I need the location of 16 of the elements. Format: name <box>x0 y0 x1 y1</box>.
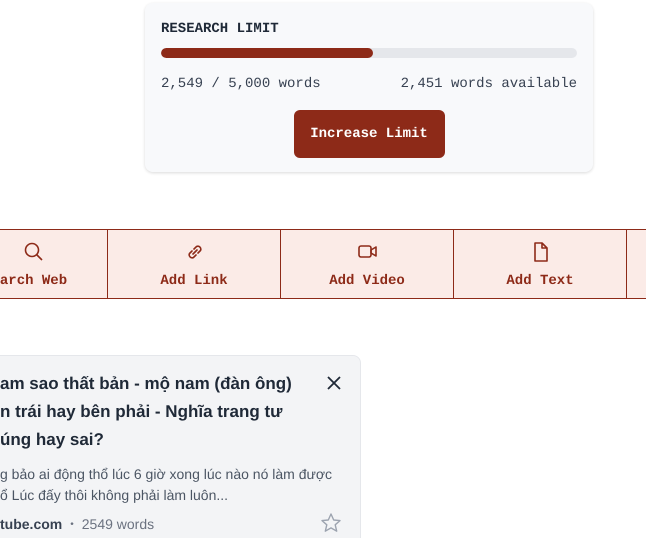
words-used: 2,549 / 5,000 words <box>161 76 321 92</box>
source-title: am sao thất bản - mộ nam (đàn ông) n trái hay bên phải - Nghĩa trang tư úng hay sai? <box>0 373 293 451</box>
toolbar-button[interactable]: arch Web <box>0 230 108 298</box>
toolbar-button[interactable]: Add Video <box>281 230 454 298</box>
toolbar-button[interactable]: Add Text <box>454 230 627 298</box>
source-snippet: g bảo ai động thổ lúc 6 giờ xong lúc nào nó làm được ổ Lúc đấy thôi không phải làm luôn... <box>0 465 334 505</box>
limit-title: RESEARCH LIMIT <box>161 21 280 37</box>
source-domain: tube.com <box>0 516 62 533</box>
star-icon[interactable] <box>320 512 342 534</box>
words-available: 2,451 words available <box>400 76 577 92</box>
word-count: 2549 words <box>82 516 154 533</box>
increase-limit-button[interactable]: Increase Limit <box>294 110 444 158</box>
toolbar-button[interactable]: Add Link <box>108 230 281 298</box>
separator-dot: • <box>70 518 74 532</box>
close-icon[interactable] <box>326 375 342 391</box>
search-icon <box>23 240 44 262</box>
